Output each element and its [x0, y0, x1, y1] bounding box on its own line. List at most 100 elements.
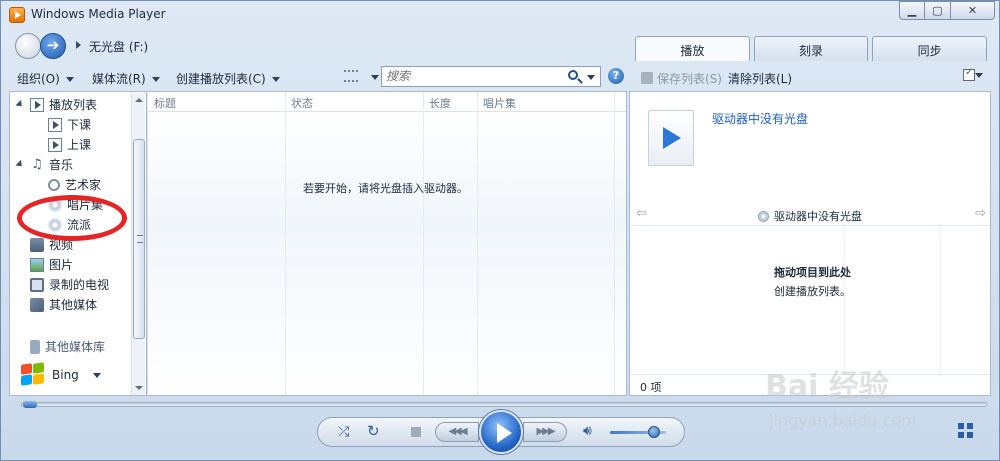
list-title-label: 驱动器中没有光盘: [774, 210, 862, 223]
volume-thumb[interactable]: [648, 426, 660, 438]
back-button[interactable]: [15, 33, 41, 59]
tab-burn[interactable]: 刻录: [753, 36, 869, 61]
playlist-icon: [48, 137, 62, 152]
column-status[interactable]: 状态: [291, 95, 313, 111]
music-note-icon: ♫: [31, 156, 43, 172]
nav-other-media-label: 其他媒体: [49, 298, 98, 312]
nav-playlists[interactable]: 播放列表: [15, 96, 97, 113]
nav-playlist-item[interactable]: 上课: [48, 136, 91, 153]
play-button[interactable]: [479, 410, 523, 454]
breadcrumb[interactable]: 无光盘 (F:): [89, 38, 148, 55]
disc-icon: [758, 211, 769, 222]
window-title: Windows Media Player: [31, 7, 166, 21]
drag-items-title: 拖动项目到此处: [774, 266, 851, 279]
nav-album[interactable]: 唱片集: [48, 196, 103, 213]
bing-button[interactable]: Bing: [19, 362, 101, 387]
nav-pictures-label: 图片: [49, 258, 74, 272]
close-button[interactable]: ✕: [951, 1, 995, 20]
picture-icon: [30, 257, 44, 272]
navigation-bar: ➔ 无光盘 (F:): [9, 31, 629, 61]
details-pane: 标题 状态 长度 唱片集 若要开始，请将光盘插入驱动器。: [148, 91, 627, 396]
nav-video-label: 视频: [49, 238, 74, 252]
switch-to-now-playing-icon[interactable]: [958, 423, 974, 439]
seek-thumb[interactable]: [23, 401, 37, 408]
nav-genre-label: 流派: [67, 218, 92, 232]
nav-playlist-item-label: 上课: [67, 138, 92, 152]
search-icon[interactable]: [568, 70, 578, 80]
previous-button[interactable]: ◀◀◀: [435, 422, 479, 442]
next-button[interactable]: ▶▶▶: [523, 422, 567, 442]
chevron-down-icon: [975, 73, 983, 78]
shuffle-icon[interactable]: ⤮: [338, 424, 349, 440]
no-disc-link[interactable]: 驱动器中没有光盘: [712, 110, 808, 127]
expand-icon[interactable]: [15, 159, 25, 170]
save-list-button[interactable]: 保存列表(S): [641, 70, 722, 87]
help-icon[interactable]: ?: [608, 68, 624, 84]
nav-video[interactable]: 视频: [30, 236, 73, 253]
nav-genre[interactable]: 流派: [48, 216, 91, 233]
drag-items-subtitle: 创建播放列表。: [774, 285, 851, 298]
maximize-button[interactable]: ▢: [925, 1, 951, 20]
scroll-down-icon[interactable]: [135, 386, 143, 390]
scroll-thumb[interactable]: [133, 139, 145, 339]
navigation-scrollbar[interactable]: [131, 93, 145, 395]
nav-music[interactable]: ♫ 音乐: [15, 156, 73, 173]
breadcrumb-arrow-icon[interactable]: [76, 41, 81, 49]
column-album[interactable]: 唱片集: [483, 95, 516, 111]
search-input[interactable]: [382, 67, 562, 85]
create-playlist-label: 创建播放列表(C): [176, 72, 266, 86]
list-toolbar: 保存列表(S) 清除列表(L): [635, 64, 989, 90]
nav-other-media[interactable]: 其他媒体: [30, 296, 97, 313]
chevron-down-icon: [92, 372, 101, 378]
forward-button[interactable]: ➔: [40, 33, 66, 59]
next-list-icon[interactable]: ⇨: [975, 206, 986, 221]
video-icon: [30, 237, 44, 252]
view-options-dropdown[interactable]: [365, 70, 379, 84]
create-playlist-menu[interactable]: 创建播放列表(C): [176, 70, 280, 87]
stream-label: 媒体流(R): [92, 72, 146, 86]
nav-other-libraries[interactable]: 其他媒体库: [30, 338, 105, 355]
nav-artist[interactable]: 艺术家: [48, 176, 101, 193]
list-navigation: ⇦ 驱动器中没有光盘 ⇨: [630, 205, 990, 225]
library-icon: [30, 339, 40, 354]
save-list-label: 保存列表(S): [657, 72, 722, 86]
chevron-down-icon[interactable]: [587, 75, 595, 80]
stream-menu[interactable]: 媒体流(R): [92, 70, 160, 87]
playback-controls: ⤮ ↻ ◀◀◀ ▶▶▶ 🔊︎: [317, 410, 685, 454]
artist-icon: [48, 178, 60, 191]
search-box[interactable]: [381, 66, 601, 87]
nav-pictures[interactable]: 图片: [30, 256, 73, 273]
expand-icon[interactable]: [15, 99, 25, 110]
chevron-down-icon: [271, 77, 280, 82]
list-options-button[interactable]: [963, 67, 985, 83]
clear-list-button[interactable]: 清除列表(L): [728, 70, 792, 87]
organize-menu[interactable]: 组织(O): [17, 70, 74, 87]
tab-sync[interactable]: 同步: [872, 36, 988, 61]
seek-bar[interactable]: [21, 401, 987, 408]
speaker-icon[interactable]: 🔊︎: [583, 423, 592, 439]
repeat-icon[interactable]: ↻: [367, 422, 380, 440]
previous-list-icon[interactable]: ⇦: [636, 206, 647, 221]
nav-playlist-item[interactable]: 下课: [48, 116, 91, 133]
stop-button[interactable]: [411, 427, 421, 437]
grip-icon: [137, 235, 143, 243]
column-title[interactable]: 标题: [154, 95, 176, 111]
navigation-pane: 播放列表 下课 上课 ♫ 音乐 艺术家 唱片集 流派 视频 图片 录制的电视 其…: [9, 91, 147, 396]
chevron-down-icon: [65, 77, 74, 82]
title-bar: Windows Media Player ▁ ▢ ✕: [1, 1, 999, 29]
column-length[interactable]: 长度: [429, 95, 451, 111]
tab-play[interactable]: 播放: [635, 36, 750, 61]
empty-state-message: 若要开始，请将光盘插入驱动器。: [303, 182, 468, 195]
playlist-icon: [30, 97, 44, 112]
scroll-up-icon[interactable]: [135, 98, 143, 102]
media-player-window: Windows Media Player ▁ ▢ ✕ ➔ 无光盘 (F:) 播放…: [0, 0, 1000, 461]
nav-artist-label: 艺术家: [65, 178, 102, 192]
view-options-icon[interactable]: [344, 70, 358, 82]
genre-icon: [48, 217, 62, 232]
playlist-icon: [48, 117, 62, 132]
minimize-button[interactable]: ▁: [899, 1, 925, 20]
list-title: 驱动器中没有光盘: [758, 208, 862, 224]
chevron-down-icon: [151, 77, 160, 82]
save-icon: [641, 72, 653, 84]
nav-recorded-tv[interactable]: 录制的电视: [30, 276, 109, 293]
